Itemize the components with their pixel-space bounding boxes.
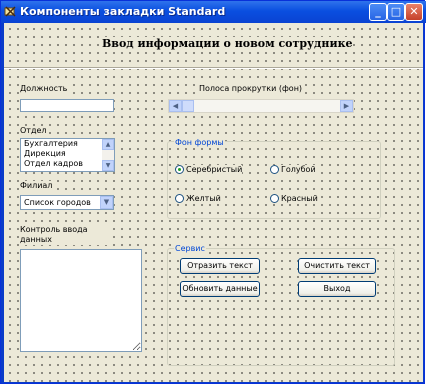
service-group-title: Сервис	[174, 244, 206, 254]
radio-red-label: Красный	[281, 194, 318, 203]
radio-blue[interactable]: Голубой	[270, 165, 316, 175]
scrollbar-label: Полоса прокрутки (фон)	[199, 84, 303, 94]
department-label: Отдел	[20, 126, 47, 136]
input-control-label: Контроль ввода данных	[20, 225, 110, 245]
radio-icon	[270, 165, 279, 174]
scroll-down-icon[interactable]: ▼	[102, 160, 114, 171]
chevron-down-icon[interactable]: ▼	[100, 196, 113, 209]
position-input[interactable]	[20, 99, 114, 112]
list-item[interactable]: Бухгалтерия	[21, 139, 114, 149]
list-item[interactable]: Дирекция	[21, 149, 114, 159]
branch-label: Филиал	[20, 181, 53, 191]
scroll-up-icon[interactable]: ▲	[102, 139, 114, 150]
page-title: Ввод информации о новом сотруднике	[102, 37, 353, 50]
scroll-thumb[interactable]	[182, 100, 194, 112]
radio-selected-icon	[175, 165, 184, 174]
scroll-left-icon[interactable]: ◀	[169, 100, 182, 112]
app-icon	[4, 6, 16, 17]
background-scrollbar[interactable]: ◀ ▶	[168, 99, 354, 113]
radio-silver[interactable]: Серебристый	[175, 165, 243, 175]
main-window: Компоненты закладки Standard _ □ ✕ Ввод …	[0, 0, 426, 384]
close-button[interactable]: ✕	[405, 3, 423, 21]
radio-icon	[270, 194, 279, 203]
refresh-data-button[interactable]: Обновить данные	[180, 281, 260, 297]
radio-red[interactable]: Красный	[270, 194, 318, 204]
radio-yellow[interactable]: Желтый	[175, 194, 221, 204]
minimize-button[interactable]: _	[369, 3, 387, 21]
department-listbox[interactable]: Бухгалтерия Дирекция Отдел кадров ▲ ▼	[20, 138, 115, 172]
title-bar[interactable]: Компоненты закладки Standard _ □ ✕	[1, 1, 426, 23]
position-label: Должность	[20, 84, 68, 94]
scroll-right-icon[interactable]: ▶	[340, 100, 353, 112]
form-client-area: Ввод информации о новом сотруднике Должн…	[4, 23, 423, 382]
branch-combobox-value: Список городов	[24, 198, 91, 207]
clear-text-button[interactable]: Очистить текст	[298, 258, 376, 274]
radio-silver-label: Серебристый	[186, 165, 243, 174]
maximize-button[interactable]: □	[387, 3, 405, 21]
window-title: Компоненты закладки Standard	[20, 5, 226, 18]
divider	[4, 67, 423, 69]
radio-blue-label: Голубой	[281, 165, 316, 174]
input-control-memo[interactable]	[20, 249, 142, 352]
background-groupbox	[167, 141, 381, 219]
radio-icon	[175, 194, 184, 203]
listbox-scrollbar[interactable]: ▲ ▼	[102, 139, 114, 171]
reflect-text-button[interactable]: Отразить текст	[180, 258, 260, 274]
background-group-title: Фон формы	[174, 138, 225, 148]
branch-combobox[interactable]: Список городов ▼	[20, 195, 114, 210]
list-item[interactable]: Отдел кадров	[21, 159, 114, 169]
exit-button[interactable]: Выход	[298, 281, 376, 297]
radio-yellow-label: Желтый	[186, 194, 221, 203]
